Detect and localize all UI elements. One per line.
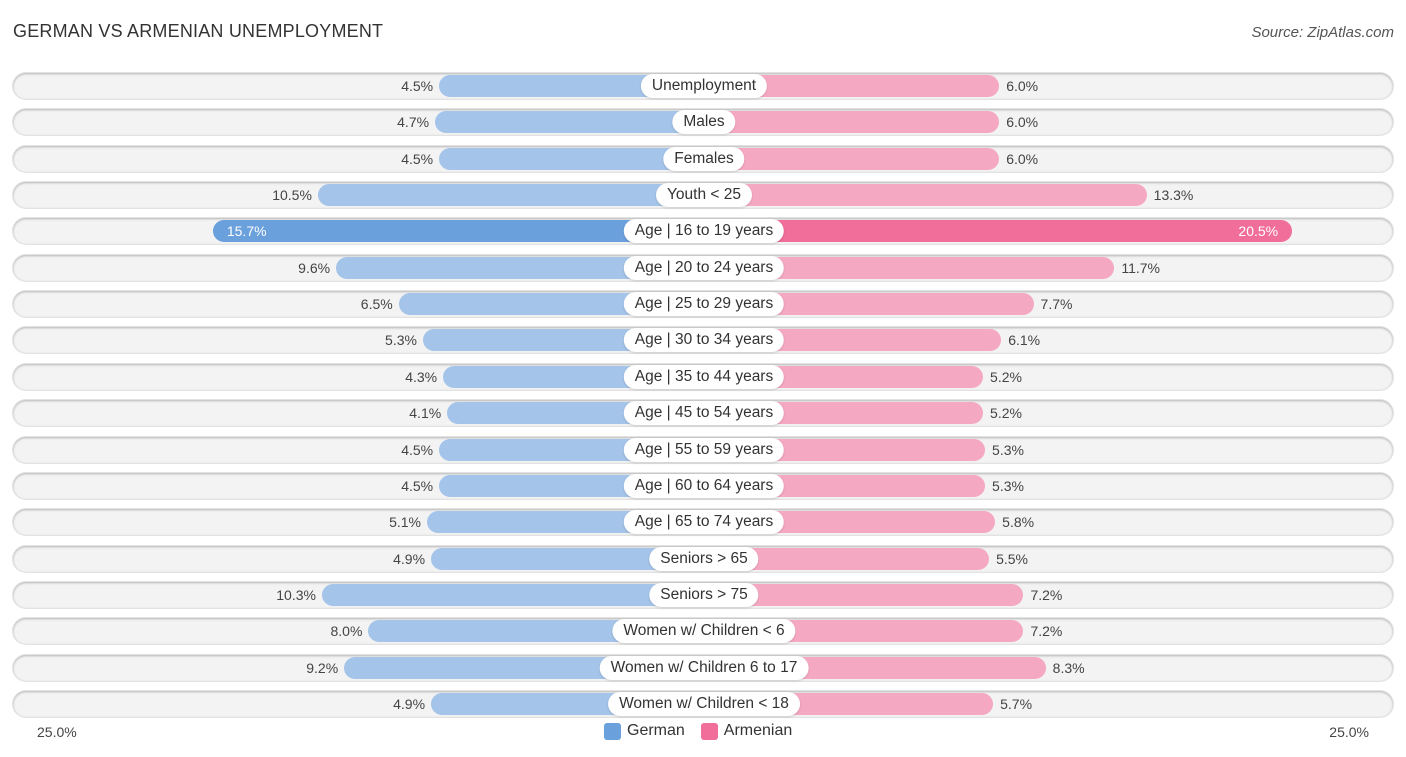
category-label: Women w/ Children 6 to 17 (599, 655, 809, 680)
value-label-german: 4.9% (393, 695, 426, 712)
bar-german (317, 184, 704, 207)
legend-label-german: German (627, 722, 685, 739)
category-label: Youth < 25 (656, 183, 752, 208)
value-label-german: 8.0% (330, 623, 363, 640)
value-label-armenian: 7.7% (1040, 296, 1073, 313)
bar-armenian (704, 184, 1147, 207)
category-label: Seniors > 75 (649, 582, 759, 607)
source-label: Source: ZipAtlas.com (1251, 24, 1394, 41)
bar-armenian (704, 147, 1000, 170)
legend-swatch-german (604, 722, 621, 740)
value-label-german: 4.5% (401, 477, 434, 494)
category-label: Age | 55 to 59 years (623, 437, 785, 462)
value-label-german: 5.3% (385, 332, 417, 349)
value-label-armenian: 7.2% (1030, 586, 1063, 603)
value-label-german: 9.2% (306, 659, 339, 676)
value-label-german: 4.1% (409, 405, 442, 422)
value-label-german: 4.5% (401, 150, 434, 167)
category-label: Age | 30 to 34 years (623, 328, 785, 353)
chart-container: GERMAN VS ARMENIAN UNEMPLOYMENT Source: … (0, 0, 1406, 757)
chart-title: GERMAN VS ARMENIAN UNEMPLOYMENT (13, 21, 384, 41)
value-label-armenian: 6.0% (1006, 114, 1039, 131)
category-label: Age | 60 to 64 years (623, 473, 785, 498)
value-label-armenian: 5.2% (990, 368, 1022, 385)
category-label: Males (672, 110, 736, 135)
value-label-german: 4.5% (401, 441, 434, 458)
category-label: Women w/ Children < 18 (608, 691, 800, 716)
axis-label-right: 25.0% (1329, 724, 1369, 740)
value-label-german: 5.1% (389, 514, 421, 531)
value-label-armenian: 5.3% (992, 477, 1024, 494)
value-label-german: 15.7% (226, 223, 267, 240)
value-label-armenian: 5.8% (1002, 514, 1035, 531)
bar-german (321, 583, 704, 606)
value-label-armenian: 5.3% (992, 441, 1024, 458)
category-label: Age | 16 to 19 years (623, 219, 785, 244)
value-label-armenian: 6.1% (1008, 332, 1041, 349)
value-label-armenian: 20.5% (1238, 223, 1279, 240)
legend-item-armenian: Armenian (700, 722, 793, 740)
value-label-german: 4.5% (401, 78, 434, 94)
category-label: Females (663, 146, 745, 171)
category-label: Seniors > 65 (649, 546, 759, 571)
bar-armenian (704, 220, 1293, 243)
value-label-german: 4.9% (393, 550, 426, 567)
value-label-german: 4.7% (397, 114, 430, 131)
legend: German Armenian (604, 722, 808, 740)
value-label-armenian: 5.2% (990, 405, 1022, 422)
value-label-armenian: 6.0% (1006, 150, 1039, 167)
category-label: Women w/ Children < 6 (612, 619, 796, 644)
value-label-german: 6.5% (360, 296, 393, 313)
value-label-german: 10.3% (276, 586, 316, 603)
legend-swatch-armenian (700, 722, 718, 740)
bar-german (435, 111, 704, 134)
legend-item-german: German (604, 722, 685, 740)
value-label-armenian: 8.3% (1052, 659, 1085, 676)
axis-label-left: 25.0% (37, 724, 77, 740)
category-label: Unemployment (640, 74, 768, 98)
value-label-armenian: 6.0% (1006, 78, 1039, 94)
category-label: Age | 25 to 29 years (623, 292, 785, 317)
value-label-armenian: 13.3% (1153, 187, 1194, 204)
value-label-armenian: 7.2% (1030, 623, 1063, 640)
legend-label-armenian: Armenian (723, 722, 793, 739)
category-label: Age | 35 to 44 years (623, 364, 785, 389)
category-label: Age | 65 to 74 years (623, 510, 785, 535)
value-label-german: 4.3% (405, 368, 438, 385)
bar-armenian (704, 111, 1000, 134)
value-label-german: 10.5% (272, 187, 312, 204)
value-label-armenian: 5.5% (996, 550, 1029, 567)
value-label-armenian: 11.7% (1121, 259, 1160, 276)
category-label: Age | 20 to 24 years (623, 255, 785, 280)
value-label-german: 9.6% (298, 259, 331, 276)
category-label: Age | 45 to 54 years (623, 401, 785, 426)
value-label-armenian: 5.7% (1000, 695, 1033, 712)
